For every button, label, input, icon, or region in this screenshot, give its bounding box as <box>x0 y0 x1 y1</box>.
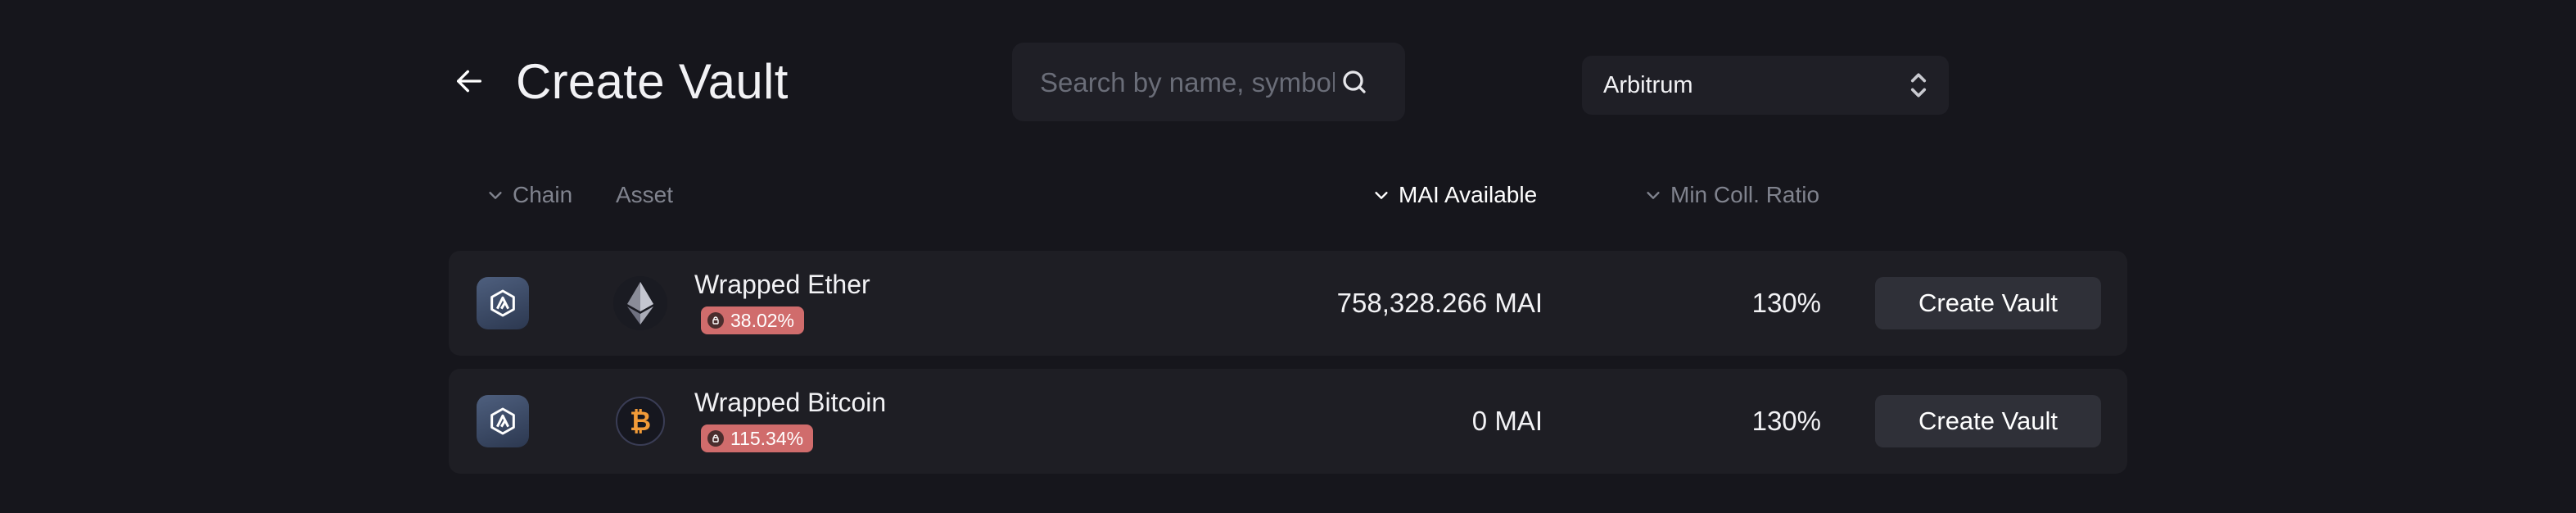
chevron-down-icon <box>1647 192 1660 199</box>
updown-chevron-icon <box>1910 73 1927 98</box>
vault-row[interactable]: Wrapped Ether 38.02% 758,328.266 MAI 130… <box>449 251 2127 356</box>
lock-icon <box>707 312 724 329</box>
network-select[interactable]: Arbitrum <box>1582 56 1949 115</box>
ethereum-icon <box>613 276 667 330</box>
column-header-chain-label: Chain <box>513 182 573 207</box>
search-input[interactable] <box>1038 61 1336 105</box>
search-box <box>1012 43 1405 121</box>
asset-name: Wrapped Ether <box>694 270 870 299</box>
min-coll-ratio-value: 130% <box>1751 288 1821 318</box>
page-title: Create Vault <box>516 54 789 109</box>
status-badge: 115.34% <box>701 424 814 452</box>
badge-value: 115.34% <box>730 427 804 449</box>
back-button[interactable] <box>449 61 490 102</box>
badge-value: 38.02% <box>730 309 795 331</box>
search-icon[interactable] <box>1340 67 1369 97</box>
column-header-mai-available-label: MAI Available <box>1399 182 1538 207</box>
asset-name: Wrapped Bitcoin <box>694 388 887 417</box>
mai-available-value: 0 MAI <box>1471 406 1543 436</box>
create-vault-button[interactable]: Create Vault <box>1875 395 2101 447</box>
min-coll-ratio-value: 130% <box>1751 406 1821 436</box>
column-header-asset[interactable]: Asset <box>616 179 673 211</box>
column-header-min-coll-ratio-label: Min Coll. Ratio <box>1670 182 1820 207</box>
status-badge: 38.02% <box>701 306 805 334</box>
arbitrum-icon <box>477 277 529 329</box>
arbitrum-icon <box>477 395 529 447</box>
column-header-chain[interactable]: Chain <box>486 179 572 211</box>
network-selected-value: Arbitrum <box>1603 72 1693 98</box>
vault-row[interactable]: ₿ Wrapped Bitcoin 115.34% 0 MAI 130% Cre… <box>449 369 2127 474</box>
arrow-left-icon <box>457 70 481 93</box>
bitcoin-icon: ₿ <box>616 397 665 446</box>
chevron-down-icon <box>489 192 502 199</box>
column-header-asset-label: Asset <box>616 182 674 207</box>
create-vault-button[interactable]: Create Vault <box>1875 277 2101 329</box>
lock-icon <box>707 430 724 447</box>
column-header-min-coll-ratio[interactable]: Min Coll. Ratio <box>1644 179 1819 211</box>
svg-text:₿: ₿ <box>630 406 651 437</box>
mai-available-value: 758,328.266 MAI <box>1336 288 1543 318</box>
chevron-down-icon <box>1375 192 1388 199</box>
column-header-mai-available[interactable]: MAI Available <box>1372 179 1537 211</box>
